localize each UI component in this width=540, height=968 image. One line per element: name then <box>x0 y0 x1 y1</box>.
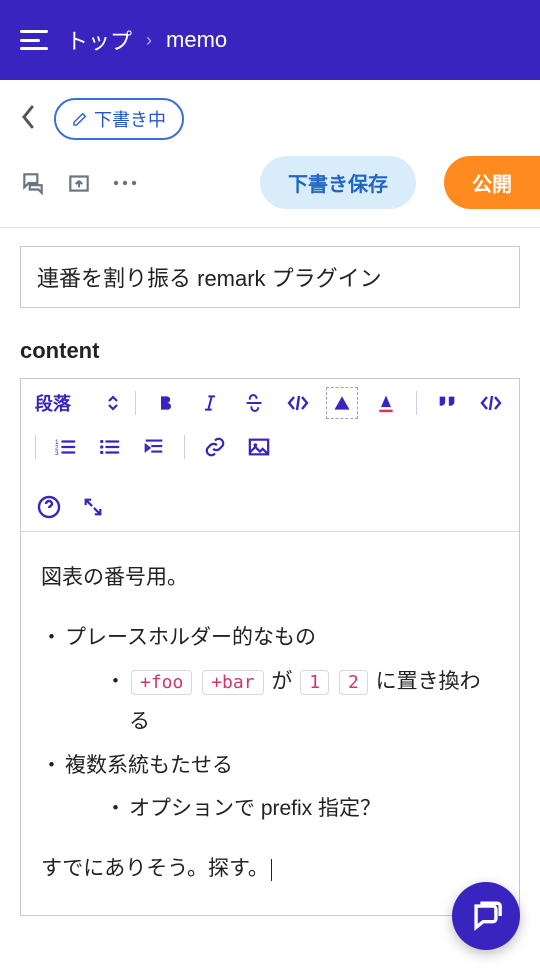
more-icon[interactable] <box>112 179 138 187</box>
breadcrumb: トップ › memo <box>66 24 227 56</box>
draft-status-chip[interactable]: 下書き中 <box>54 98 184 140</box>
inline-code: 2 <box>339 670 368 695</box>
list-item: 複数系統もたせる オプションで prefix 指定？ <box>41 746 499 830</box>
chevron-right-icon: › <box>146 30 152 51</box>
strikethrough-icon[interactable] <box>240 389 268 417</box>
app-header: トップ › memo <box>0 0 540 80</box>
list-item: オプションで prefix 指定？ <box>105 789 499 829</box>
breadcrumb-root[interactable]: トップ <box>66 24 132 56</box>
breadcrumb-current[interactable]: memo <box>166 27 227 53</box>
toolbar-separator <box>416 391 417 415</box>
italic-icon[interactable] <box>196 389 224 417</box>
menu-icon[interactable] <box>20 30 48 50</box>
publish-button[interactable]: 公開 <box>444 156 540 209</box>
toolbar-separator <box>135 391 136 415</box>
draft-status-label: 下書き中 <box>94 106 166 132</box>
title-input[interactable]: 連番を割り振る remark プラグイン <box>20 246 520 308</box>
image-icon[interactable] <box>245 433 273 461</box>
svg-text:3: 3 <box>55 450 59 457</box>
chat-fab[interactable] <box>452 882 520 950</box>
toolbar-separator <box>35 435 36 459</box>
block-type-label: 段落 <box>35 390 71 416</box>
highlight-icon[interactable] <box>328 389 356 417</box>
paragraph: すでにありそう。探す。 <box>41 849 499 889</box>
toolbar-separator <box>184 435 185 459</box>
text-cursor <box>271 859 272 881</box>
paragraph: 図表の番号用。 <box>41 558 499 598</box>
code-icon[interactable] <box>284 389 312 417</box>
back-button[interactable] <box>20 104 36 135</box>
link-icon[interactable] <box>201 433 229 461</box>
text-color-icon[interactable] <box>372 389 400 417</box>
code-block-icon[interactable] <box>477 389 505 417</box>
inline-code: +bar <box>202 670 263 695</box>
bold-icon[interactable] <box>152 389 180 417</box>
list-item: +foo +bar が 1 2 に置き換わる <box>105 662 499 742</box>
help-icon[interactable] <box>35 493 63 521</box>
action-row-bottom: 下書き保存 公開 <box>0 150 540 227</box>
divider <box>0 227 540 228</box>
section-label: content <box>20 338 520 364</box>
action-row-top: 下書き中 <box>0 80 540 150</box>
inline-code: 1 <box>300 670 329 695</box>
open-external-icon[interactable] <box>66 170 92 196</box>
list-item: プレースホルダー的なもの +foo +bar が 1 2 に置き換わる <box>41 618 499 742</box>
editor-content[interactable]: 図表の番号用。 プレースホルダー的なもの +foo +bar が 1 2 に置き… <box>21 532 519 915</box>
indent-icon[interactable] <box>140 433 168 461</box>
ordered-list-icon[interactable]: 123 <box>52 433 80 461</box>
fullscreen-icon[interactable] <box>79 493 107 521</box>
inline-code: +foo <box>131 670 192 695</box>
quote-icon[interactable] <box>433 389 461 417</box>
editor: 段落 123 図表の番号用。 プレースホルダー的なもの <box>20 378 520 916</box>
editor-toolbar: 段落 123 <box>21 379 519 532</box>
block-type-select[interactable]: 段落 <box>35 390 119 416</box>
unordered-list-icon[interactable] <box>96 433 124 461</box>
save-draft-button[interactable]: 下書き保存 <box>260 156 416 209</box>
comments-icon[interactable] <box>20 170 46 196</box>
